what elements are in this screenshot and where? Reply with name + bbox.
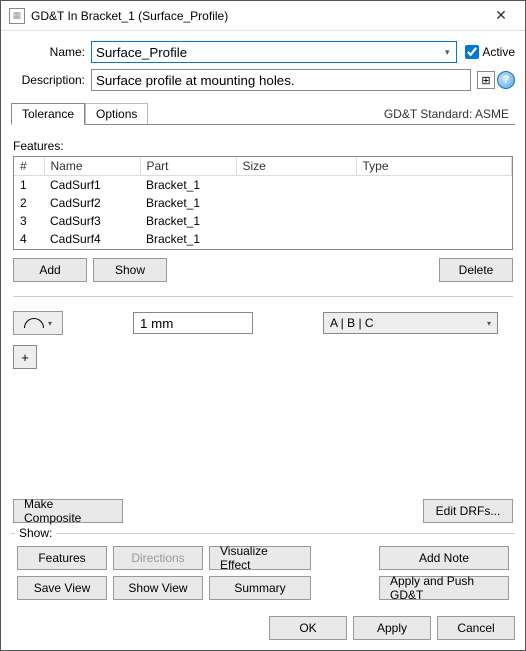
add-note-button[interactable]: Add Note [379,546,509,570]
summary-button[interactable]: Summary [209,576,311,600]
composite-row: Make Composite Edit DRFs... [13,499,513,523]
cell-type [356,176,512,195]
name-row: Name: ▾ Active [11,41,515,63]
tab-options[interactable]: Options [85,103,148,124]
cell-index: 4 [14,230,44,248]
cell-index: 3 [14,212,44,230]
close-button[interactable]: ✕ [479,2,523,30]
cell-part: Bracket_1 [140,176,236,195]
make-composite-button[interactable]: Make Composite [13,499,123,523]
cell-index: 2 [14,194,44,212]
add-button[interactable]: Add [13,258,87,282]
col-header-index[interactable]: # [14,157,44,176]
chevron-down-icon: ▾ [487,319,491,328]
features-table-wrap: # Name Part Size Type 1 CadSurf1 Bracket… [13,156,513,250]
show-legend: Show: [15,526,56,540]
cell-size [236,212,356,230]
edit-drfs-button[interactable]: Edit DRFs... [423,499,513,523]
description-row: Description: ⊞ ? [11,69,515,91]
name-input[interactable] [91,41,457,63]
cell-type [356,194,512,212]
table-row[interactable]: 1 CadSurf1 Bracket_1 [14,176,512,195]
tolerance-panel: Features: # Name Part Size Type [11,125,515,527]
active-checkbox-input[interactable] [465,45,479,59]
table-header-row: # Name Part Size Type [14,157,512,176]
cell-type [356,212,512,230]
dialog-content: Name: ▾ Active Description: ⊞ ? Toleranc… [1,31,525,606]
cancel-button[interactable]: Cancel [437,616,515,640]
cell-size [236,230,356,248]
cell-part: Bracket_1 [140,230,236,248]
features-section: Features: # Name Part Size Type [13,139,513,282]
name-label: Name: [11,45,91,59]
features-buttons: Add Show Delete [13,258,513,282]
table-row[interactable]: 2 CadSurf2 Bracket_1 [14,194,512,212]
active-checkbox[interactable]: Active [465,45,515,59]
description-label: Description: [11,73,91,87]
features-table: # Name Part Size Type 1 CadSurf1 Bracket… [14,157,512,248]
cell-size [236,194,356,212]
table-row[interactable]: 3 CadSurf3 Bracket_1 [14,212,512,230]
tab-bar: Tolerance Options GD&T Standard: ASME [11,103,515,125]
name-combo[interactable]: ▾ [91,41,457,63]
cell-name: CadSurf3 [44,212,140,230]
cell-index: 1 [14,176,44,195]
col-header-name[interactable]: Name [44,157,140,176]
cell-part: Bracket_1 [140,194,236,212]
tab-tolerance[interactable]: Tolerance [11,103,85,125]
delete-button[interactable]: Delete [439,258,513,282]
drf-value: A | B | C [330,316,374,330]
tolerance-row: ▾ A | B | C ▾ [13,311,513,335]
features-label: Features: [13,139,513,153]
drf-combo[interactable]: A | B | C ▾ [323,312,498,334]
cell-name: CadSurf2 [44,194,140,212]
symbol-combo[interactable]: ▾ [13,311,63,335]
visualize-effect-button[interactable]: Visualize Effect [209,546,311,570]
help-icon[interactable]: ? [497,71,515,89]
chevron-down-icon: ▾ [48,319,52,328]
app-icon: ▦ [9,8,25,24]
apply-button[interactable]: Apply [353,616,431,640]
directions-button: Directions [113,546,203,570]
window-title: GD&T In Bracket_1 (Surface_Profile) [31,9,479,23]
save-view-button[interactable]: Save View [17,576,107,600]
table-row[interactable]: 4 CadSurf4 Bracket_1 [14,230,512,248]
grid-icon[interactable]: ⊞ [477,71,495,89]
title-bar: ▦ GD&T In Bracket_1 (Surface_Profile) ✕ [1,1,525,31]
tolerance-input[interactable] [133,312,253,334]
ok-button[interactable]: OK [269,616,347,640]
apply-and-push-button[interactable]: Apply and Push GD&T [379,576,509,600]
col-header-part[interactable]: Part [140,157,236,176]
col-header-type[interactable]: Type [356,157,512,176]
gdt-standard-label: GD&T Standard: ASME [378,104,515,124]
active-label: Active [482,45,515,59]
surface-profile-icon [24,318,44,328]
cell-name: CadSurf1 [44,176,140,195]
cell-name: CadSurf4 [44,230,140,248]
dialog-buttons: OK Apply Cancel [1,606,525,650]
cell-type [356,230,512,248]
description-input[interactable] [91,69,471,91]
show-group: Show: Features Save View Directions Show… [11,533,515,606]
show-view-button[interactable]: Show View [113,576,203,600]
add-row-button[interactable]: + [13,345,37,369]
features-button[interactable]: Features [17,546,107,570]
show-button[interactable]: Show [93,258,167,282]
separator [13,296,513,297]
cell-size [236,176,356,195]
col-header-size[interactable]: Size [236,157,356,176]
description-icons: ⊞ ? [477,71,515,89]
cell-part: Bracket_1 [140,212,236,230]
